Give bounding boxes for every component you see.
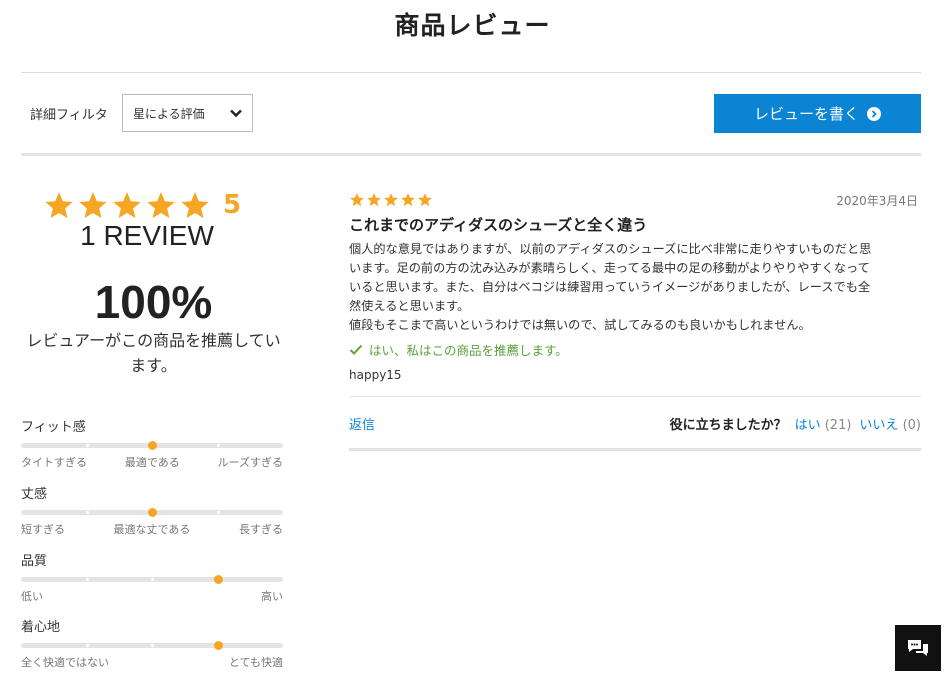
star-icon bbox=[113, 191, 141, 219]
star-icon bbox=[350, 192, 364, 207]
helpful-question: 役に立ちましたか？ bbox=[669, 418, 787, 433]
review-rating bbox=[349, 192, 434, 207]
attribute-scale: 全く快適ではない とても快適 bbox=[21, 654, 283, 670]
divider bbox=[21, 72, 921, 73]
attribute-track bbox=[21, 441, 283, 450]
attribute-scale-label: 低い bbox=[21, 590, 43, 603]
attribute-tick bbox=[85, 444, 89, 447]
attribute-scale: タイトすぎる 最適である ルーズすぎる bbox=[21, 454, 283, 470]
review-body-line: 然使えると思います。 bbox=[349, 299, 470, 313]
attribute-label: フィット感 bbox=[21, 420, 86, 435]
attribute-scale-label: 高い bbox=[261, 590, 283, 603]
star-icon bbox=[147, 191, 175, 219]
attribute-rating: フィット感タイトすぎる 最適である ルーズすぎる bbox=[21, 416, 283, 470]
chat-button[interactable] bbox=[895, 625, 941, 671]
review-body-line: 値段もそこまで高いというわけでは無いので、試してみるのも良いかもしれません。 bbox=[349, 318, 811, 332]
attribute-scale: 低い 高い bbox=[21, 588, 283, 604]
rating-filter-select[interactable]: 星による評価 bbox=[122, 94, 253, 132]
attribute-scale-label: 最適な丈である bbox=[113, 523, 191, 536]
review-count: 1 REVIEW bbox=[80, 220, 214, 251]
summary-score: 5 bbox=[223, 190, 242, 220]
chevron-down-icon bbox=[230, 109, 242, 118]
attribute-tick bbox=[216, 511, 220, 514]
summary-rating: 5 bbox=[43, 190, 241, 220]
helpful-votes: 役に立ちましたか？ はい (21) いいえ (0) bbox=[670, 414, 921, 433]
filter-label: 詳細フィルタ bbox=[30, 108, 108, 123]
attribute-rating: 品質低い 高い bbox=[21, 550, 283, 604]
filter-select-value: 星による評価 bbox=[133, 106, 205, 121]
reply-link[interactable]: 返信 bbox=[349, 414, 375, 433]
review-recommend-text: はい、私はこの商品を推薦します。 bbox=[369, 343, 568, 358]
review-body: 個人的な意見ではありますが、以前のアディダスのシューズに比べ非常に走りやすいもの… bbox=[349, 240, 921, 335]
write-review-label: レビューを書く bbox=[753, 105, 859, 123]
attribute-tick bbox=[216, 444, 220, 447]
attribute-rating: 丈感短すぎる 最適な丈である 長すぎる bbox=[21, 483, 283, 537]
review-body-line: 個人的な意見ではありますが、以前のアディダスのシューズに比べ非常に走りやすいもの… bbox=[349, 242, 872, 256]
star-icon bbox=[79, 191, 107, 219]
attribute-track bbox=[21, 641, 283, 650]
review-body-line: います。足の前の方の沈み込みが素晴らしく、走ってる最中の足の移動がよりやりやすく… bbox=[349, 261, 870, 275]
attribute-marker bbox=[213, 641, 223, 650]
divider bbox=[349, 396, 921, 397]
attribute-scale-label: ルーズすぎる bbox=[217, 456, 283, 469]
attribute-scale: 短すぎる 最適な丈である 長すぎる bbox=[21, 521, 283, 537]
attribute-scale-label: 短すぎる bbox=[21, 523, 65, 536]
attribute-tick bbox=[85, 644, 89, 647]
attribute-scale-label: 長すぎる bbox=[238, 523, 283, 536]
attribute-scale-label: 全く快適ではない bbox=[21, 656, 109, 669]
review-body-line: いると思います。また、自分はベコジは練習用っていうイメージがありましたが、レース… bbox=[349, 280, 871, 294]
chevron-right-icon bbox=[867, 106, 881, 121]
attribute-label: 丈感 bbox=[21, 487, 48, 502]
attribute-tick bbox=[85, 511, 89, 514]
star-icon bbox=[401, 192, 415, 207]
helpful-no-button[interactable]: いいえ (0) bbox=[859, 414, 921, 433]
attribute-tick bbox=[151, 644, 154, 647]
attribute-track bbox=[21, 575, 283, 584]
review-author: happy15 bbox=[349, 368, 402, 382]
divider bbox=[349, 448, 921, 451]
attribute-label: 着心地 bbox=[21, 620, 61, 635]
attribute-label: 品質 bbox=[21, 554, 48, 569]
attribute-marker bbox=[148, 441, 157, 450]
attribute-scale-label: タイトすぎる bbox=[21, 456, 87, 469]
recommend-text: レビュアーがこの商品を推薦しています。 bbox=[26, 331, 281, 375]
attribute-tick bbox=[151, 578, 154, 581]
attribute-scale-label: 最適である bbox=[124, 456, 180, 469]
star-icon bbox=[384, 192, 398, 207]
chat-icon bbox=[908, 640, 928, 656]
attribute-track bbox=[21, 508, 283, 517]
star-icon bbox=[45, 191, 73, 219]
attribute-scale-label: とても快適 bbox=[228, 656, 283, 669]
attribute-rating: 着心地全く快適ではない とても快適 bbox=[21, 616, 283, 670]
page-title: 商品レビュー bbox=[394, 11, 551, 40]
helpful-yes-button[interactable]: はい (21) bbox=[795, 414, 852, 433]
attribute-tick bbox=[85, 578, 89, 581]
star-icon bbox=[367, 192, 381, 207]
write-review-button[interactable]: レビューを書く bbox=[714, 94, 921, 133]
attribute-marker bbox=[148, 508, 157, 517]
check-icon bbox=[349, 344, 363, 355]
review-recommend: はい、私はこの商品を推薦します。 bbox=[349, 340, 568, 359]
review-title: これまでのアディダスのシューズと全く違う bbox=[349, 216, 648, 234]
recommend-percent: 100% bbox=[94, 276, 213, 328]
divider bbox=[21, 153, 921, 156]
review-date: 2020年3月4日 bbox=[836, 194, 918, 208]
attribute-marker bbox=[213, 575, 223, 584]
star-icon bbox=[418, 192, 432, 207]
star-icon bbox=[181, 191, 209, 219]
